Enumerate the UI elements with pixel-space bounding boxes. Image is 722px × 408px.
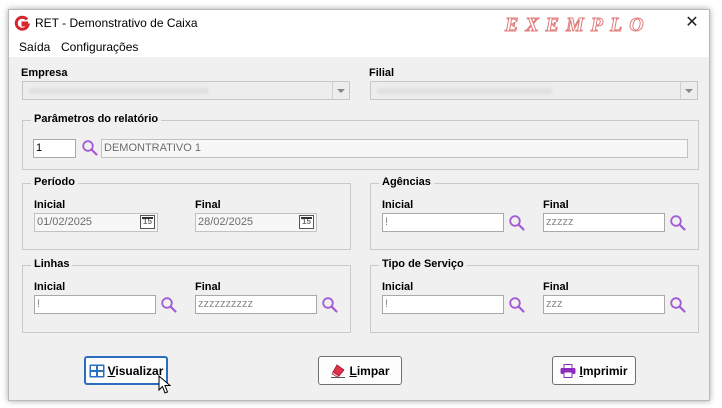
app-logo-icon [14, 15, 30, 31]
printer-icon [560, 363, 576, 378]
agencias-inicial-label: Inicial [382, 199, 414, 211]
linhas-inicial-label: Inicial [34, 281, 66, 293]
parametros-code-input[interactable]: 1 [33, 139, 76, 158]
title-bar: RET - Demonstrativo de Caixa EXEMPLO ✕ [9, 10, 709, 37]
filial-select[interactable] [370, 81, 698, 100]
tipo-servico-group: Tipo de Serviço Inicial ! Final zzz [370, 258, 699, 333]
limpar-label: Limpar [349, 363, 390, 378]
tipo-servico-inicial-label: Inicial [382, 281, 414, 293]
filial-value-blurred [377, 88, 552, 94]
menu-item-saida[interactable]: Saída [19, 40, 50, 54]
filial-label: Filial [369, 67, 395, 79]
periodo-inicial-label: Inicial [34, 199, 66, 211]
visualizar-label: Visualizar [107, 363, 164, 378]
search-icon[interactable] [508, 214, 526, 232]
search-icon[interactable] [81, 139, 99, 157]
mouse-cursor-icon [158, 375, 172, 394]
calendar-icon[interactable]: 15 [299, 215, 314, 229]
empresa-value-blurred [29, 88, 209, 94]
tipo-servico-final-label: Final [543, 281, 569, 293]
chevron-down-icon[interactable] [680, 82, 697, 99]
linhas-final-input[interactable]: zzzzzzzzzz [195, 295, 317, 314]
imprimir-label: Imprimir [579, 363, 628, 378]
parametros-description-field: DEMONTRATIVO 1 [101, 139, 688, 158]
tipo-servico-inicial-input[interactable]: ! [382, 295, 504, 314]
search-icon[interactable] [160, 296, 178, 314]
search-icon[interactable] [508, 296, 526, 314]
agencias-final-input[interactable]: zzzzz [543, 213, 665, 232]
periodo-final-date-input[interactable]: 28/02/2025 15 [195, 213, 317, 232]
parametros-group: Parâmetros do relatório 1 DEMONTRATIVO 1 [22, 113, 699, 170]
limpar-button[interactable]: Limpar [318, 356, 402, 385]
agencias-final-label: Final [543, 199, 569, 211]
visualizar-button[interactable]: Visualizar [84, 356, 168, 385]
periodo-final-label: Final [195, 199, 221, 211]
search-icon[interactable] [321, 296, 339, 314]
periodo-inicial-value: 01/02/2025 [37, 216, 93, 228]
empresa-select[interactable] [22, 81, 350, 100]
linhas-group: Linhas Inicial ! Final zzzzzzzzzz [22, 258, 351, 333]
report-window: RET - Demonstrativo de Caixa EXEMPLO ✕ S… [8, 9, 710, 401]
tipo-servico-final-input[interactable]: zzz [543, 295, 665, 314]
periodo-final-value: 28/02/2025 [198, 216, 254, 228]
linhas-final-label: Final [195, 281, 221, 293]
linhas-title: Linhas [31, 258, 73, 270]
periodo-group: Período Inicial 01/02/2025 15 Final 28/0… [22, 176, 351, 250]
menu-bar: Saída Configurações [9, 37, 709, 57]
empresa-label: Empresa [21, 67, 68, 79]
window-title: RET - Demonstrativo de Caixa [35, 16, 198, 30]
calendar-icon[interactable]: 15 [140, 215, 155, 229]
search-icon[interactable] [669, 296, 687, 314]
menu-item-configuracoes[interactable]: Configurações [61, 40, 138, 54]
linhas-inicial-input[interactable]: ! [34, 295, 156, 314]
eraser-icon [331, 363, 346, 378]
periodo-title: Período [31, 176, 78, 188]
close-button[interactable]: ✕ [683, 14, 701, 32]
agencias-title: Agências [379, 176, 434, 188]
periodo-inicial-date-input[interactable]: 01/02/2025 15 [34, 213, 158, 232]
chevron-down-icon[interactable] [332, 82, 349, 99]
watermark-text: EXEMPLO [505, 14, 651, 37]
imprimir-button[interactable]: Imprimir [552, 356, 636, 385]
search-icon[interactable] [669, 214, 687, 232]
table-view-icon [89, 364, 105, 377]
agencias-inicial-input[interactable]: ! [382, 213, 504, 232]
agencias-group: Agências Inicial ! Final zzzzz [370, 176, 699, 250]
parametros-title: Parâmetros do relatório [31, 113, 162, 125]
tipo-servico-title: Tipo de Serviço [379, 258, 467, 270]
